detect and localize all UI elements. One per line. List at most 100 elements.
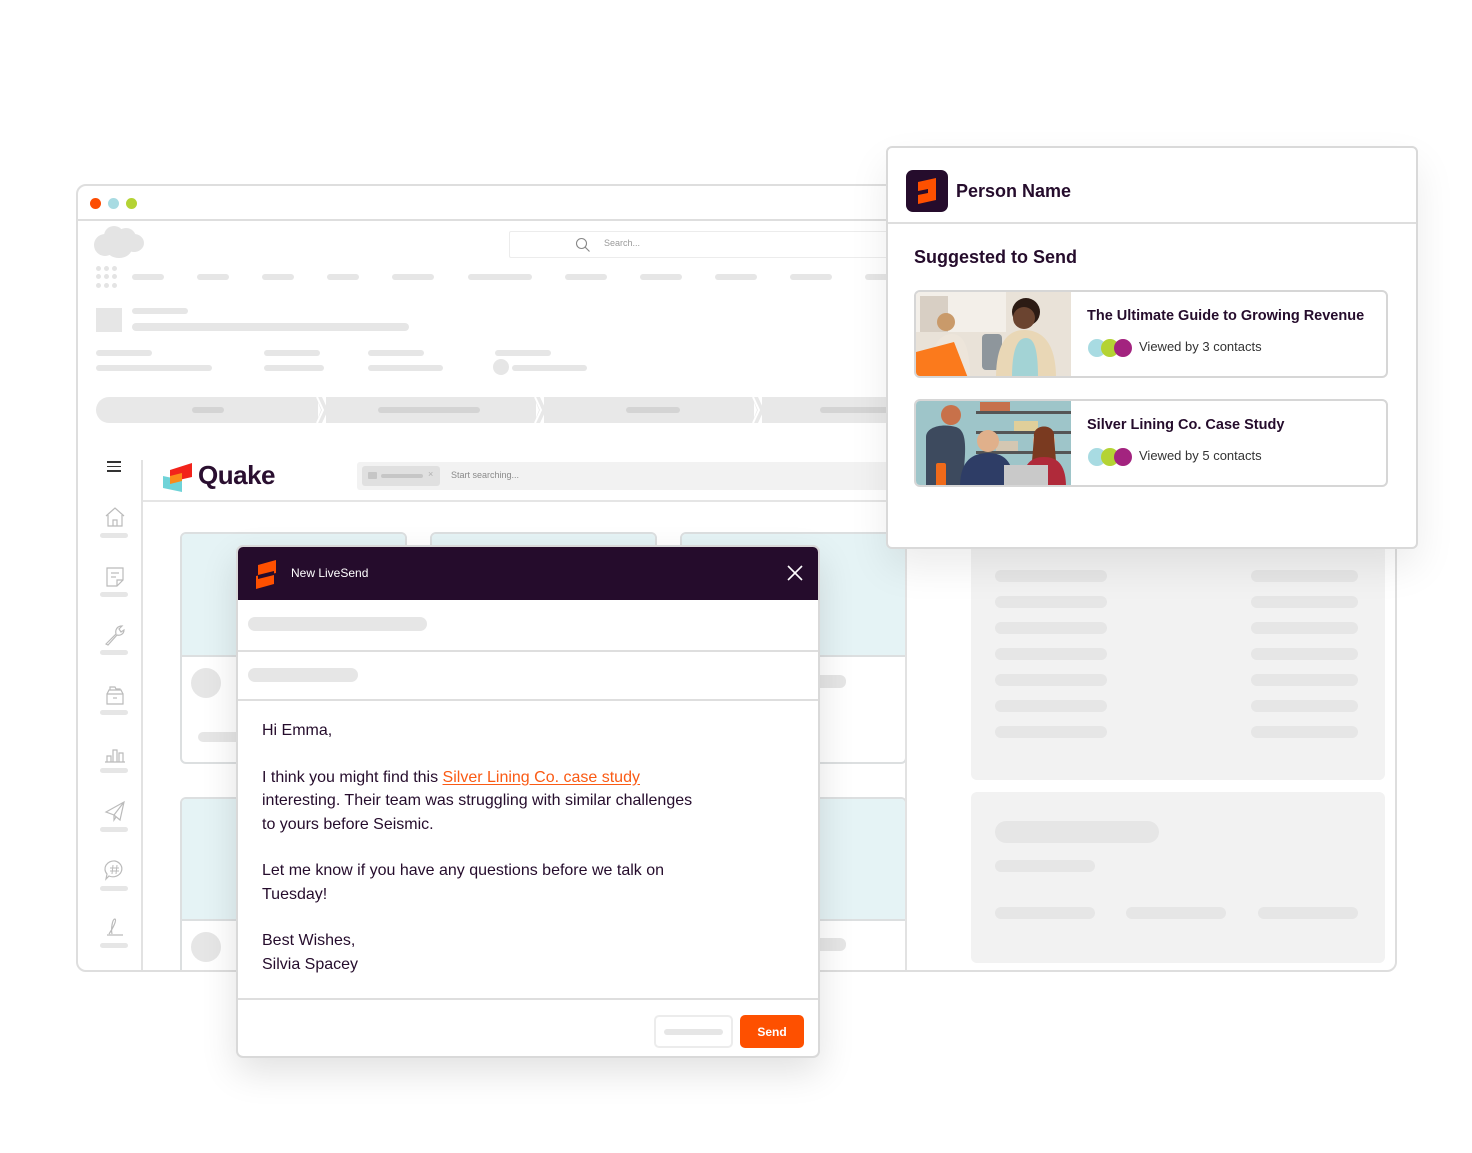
wrench-icon[interactable] xyxy=(103,624,127,646)
record-icon-placeholder xyxy=(96,308,122,332)
bar-chart-icon[interactable] xyxy=(103,742,127,764)
modal-footer: Send xyxy=(238,998,818,1056)
asset-title: The Ultimate Guide to Growing Revenue xyxy=(1087,308,1365,324)
asset-view-count: Viewed by 3 contacts xyxy=(1139,339,1262,354)
paragraph-text: interesting. Their team was struggling w… xyxy=(262,792,693,833)
button-label-skeleton xyxy=(664,1029,723,1035)
activity-item-skeleton xyxy=(1258,907,1358,919)
nav-tab-skeleton[interactable] xyxy=(715,274,757,280)
close-icon[interactable] xyxy=(786,564,804,582)
field-value-skeleton xyxy=(368,365,443,371)
nav-tab-skeleton[interactable] xyxy=(132,274,164,280)
detail-value-skeleton xyxy=(1251,648,1358,660)
activity-subtitle-skeleton xyxy=(995,860,1095,872)
detail-label-skeleton xyxy=(995,648,1107,660)
subject-skeleton xyxy=(248,668,358,682)
viewer-avatar xyxy=(1114,448,1132,466)
secondary-button[interactable] xyxy=(654,1015,733,1048)
signoff: Best Wishes, xyxy=(262,932,356,949)
recipient-skeleton xyxy=(248,617,427,631)
cloud-icon xyxy=(92,224,144,260)
suggested-asset-card[interactable]: Silver Lining Co. Case Study Viewed by 5… xyxy=(914,399,1388,487)
detail-value-skeleton xyxy=(1251,674,1358,686)
hamburger-menu-icon[interactable] xyxy=(107,461,121,472)
detail-value-skeleton xyxy=(1251,570,1358,582)
crm-search-input[interactable]: Search... xyxy=(509,231,909,258)
chip-label-skeleton xyxy=(381,474,423,478)
window-minimize-button[interactable] xyxy=(108,198,119,209)
quake-logo-icon xyxy=(163,463,192,492)
signature-icon[interactable] xyxy=(103,916,127,938)
detail-value-skeleton xyxy=(1251,596,1358,608)
paper-plane-icon[interactable] xyxy=(103,800,127,822)
field-label-skeleton xyxy=(264,350,320,356)
nav-tab-skeleton[interactable] xyxy=(565,274,607,280)
note-icon[interactable] xyxy=(103,566,127,588)
message-paragraph: I think you might find this Silver Linin… xyxy=(262,766,702,837)
detail-label-skeleton xyxy=(995,622,1107,634)
search-filter-chip[interactable]: × xyxy=(362,466,440,486)
search-icon xyxy=(575,237,590,252)
search-placeholder: Start searching... xyxy=(451,470,520,480)
details-panel xyxy=(971,516,1385,780)
activity-title-skeleton xyxy=(995,821,1159,843)
field-value-skeleton xyxy=(264,365,324,371)
suggested-asset-card[interactable]: The Ultimate Guide to Growing Revenue Vi… xyxy=(914,290,1388,378)
nav-tab-skeleton[interactable] xyxy=(468,274,532,280)
viewer-avatars xyxy=(1088,339,1134,357)
field-value-skeleton xyxy=(512,365,587,371)
quake-search-input[interactable]: × Start searching... xyxy=(357,462,897,490)
person-header: Person Name xyxy=(888,148,1416,224)
case-study-link[interactable]: Silver Lining Co. case study xyxy=(443,769,640,786)
detail-value-skeleton xyxy=(1251,700,1358,712)
path-stage-label-skeleton xyxy=(378,407,480,413)
nav-tab-skeleton[interactable] xyxy=(640,274,682,280)
asset-title: Silver Lining Co. Case Study xyxy=(1087,417,1285,433)
nav-tab-skeleton[interactable] xyxy=(327,274,359,280)
livesend-modal: New LiveSend Hi Emma, I think you might … xyxy=(236,545,820,1058)
nav-tab-skeleton[interactable] xyxy=(790,274,832,280)
home-icon[interactable] xyxy=(103,506,127,528)
activity-panel xyxy=(971,792,1385,963)
quake-brand-name: Quake xyxy=(198,460,276,490)
window-close-button[interactable] xyxy=(90,198,101,209)
card-avatar xyxy=(191,932,221,962)
nav-label-skeleton xyxy=(100,592,128,597)
card-avatar xyxy=(191,668,221,698)
seismic-logo-icon xyxy=(256,560,276,589)
person-panel: Person Name Suggested to Send The Ultima… xyxy=(886,146,1418,549)
paragraph-text: I think you might find this xyxy=(262,768,443,786)
nav-label-skeleton xyxy=(100,943,128,948)
folder-icon xyxy=(368,472,377,479)
nav-label-skeleton xyxy=(100,710,128,715)
nav-tab-skeleton[interactable] xyxy=(197,274,229,280)
subject-field[interactable] xyxy=(238,652,818,701)
viewer-avatar xyxy=(1114,339,1132,357)
nav-label-skeleton xyxy=(100,827,128,832)
path-stage-label-skeleton xyxy=(626,407,680,413)
record-type-skeleton xyxy=(132,308,188,314)
nav-tab-skeleton[interactable] xyxy=(262,274,294,280)
window-maximize-button[interactable] xyxy=(126,198,137,209)
activity-item-skeleton xyxy=(1126,907,1226,919)
nav-tab-skeleton[interactable] xyxy=(392,274,434,280)
file-drawer-icon[interactable] xyxy=(103,684,127,706)
field-label-skeleton xyxy=(96,350,152,356)
detail-value-skeleton xyxy=(1251,726,1358,738)
detail-label-skeleton xyxy=(995,726,1107,738)
sidebar-divider xyxy=(141,460,143,970)
person-name: Person Name xyxy=(956,181,1072,201)
recipient-field[interactable] xyxy=(238,600,818,652)
nav-label-skeleton xyxy=(100,886,128,891)
app-launcher-icon[interactable] xyxy=(96,266,118,288)
greeting: Hi Emma, xyxy=(262,722,333,739)
chat-hashtag-icon[interactable] xyxy=(103,859,127,881)
record-title-skeleton xyxy=(132,323,409,331)
field-label-skeleton xyxy=(368,350,424,356)
send-button[interactable]: Send xyxy=(740,1015,804,1048)
chip-remove-icon[interactable]: × xyxy=(428,469,433,479)
nav-label-skeleton xyxy=(100,533,128,538)
modal-title: New LiveSend xyxy=(291,566,369,580)
message-body[interactable]: Hi Emma, I think you might find this Sil… xyxy=(262,719,802,999)
detail-value-skeleton xyxy=(1251,622,1358,634)
